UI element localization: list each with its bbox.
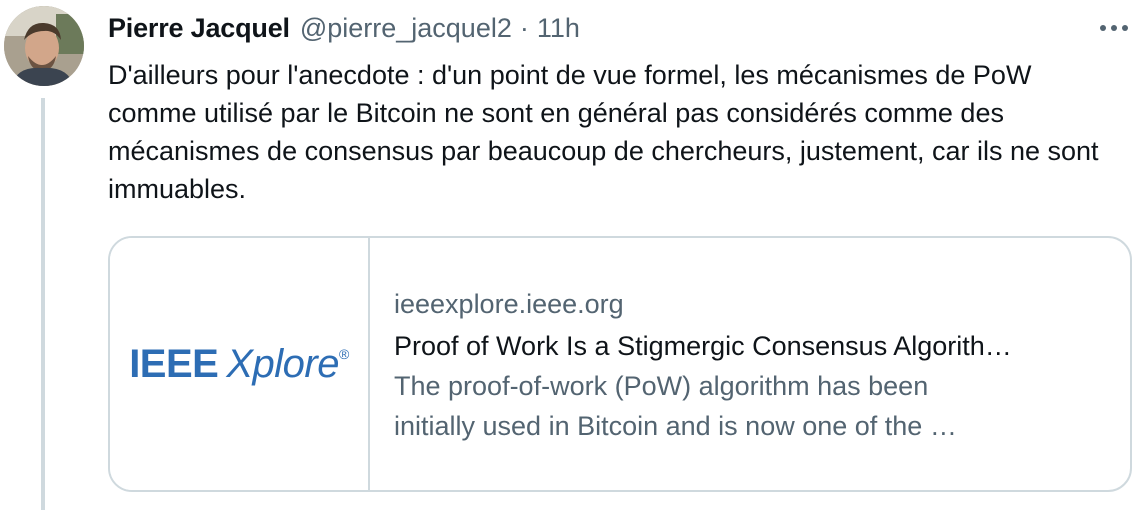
- logo-ieee-text: IEEE: [129, 341, 219, 386]
- logo-xplore-text: Xplore: [226, 341, 339, 386]
- card-domain: ieeexplore.ieee.org: [394, 289, 624, 319]
- tweet-timestamp[interactable]: 11h: [537, 10, 580, 46]
- more-options-button[interactable]: [1096, 12, 1132, 44]
- thread-connector-line: [41, 98, 45, 510]
- avatar[interactable]: [4, 6, 84, 86]
- header-separator: ·: [519, 13, 529, 43]
- ieee-xplore-logo: IEEE Xplore®: [129, 342, 349, 387]
- link-preview-card[interactable]: IEEE Xplore® ieeexplore.ieee.org Proof of…: [108, 236, 1132, 492]
- card-thumbnail: IEEE Xplore®: [110, 238, 370, 490]
- tweet-text: D'ailleurs pour l'anecdote : d'un point …: [108, 60, 1099, 204]
- card-description-line-1: The proof-of-work (PoW) algorithm has be…: [394, 371, 929, 401]
- card-description-line-2: initially used in Bitcoin and is now one…: [394, 411, 957, 441]
- card-info: ieeexplore.ieee.org Proof of Work Is a S…: [370, 238, 1130, 490]
- more-horizontal-icon: [1100, 25, 1128, 31]
- author-handle[interactable]: @pierre_jacquel2: [300, 10, 512, 46]
- card-title: Proof of Work Is a Stigmergic Consensus …: [394, 331, 1012, 361]
- tweet-header: Pierre Jacquel @pierre_jacquel2 · 11h: [108, 10, 580, 46]
- author-name[interactable]: Pierre Jacquel: [108, 10, 290, 46]
- avatar-photo: [4, 6, 84, 86]
- logo-registered-mark: ®: [338, 345, 349, 362]
- tweet[interactable]: Pierre Jacquel @pierre_jacquel2 · 11h D'…: [0, 0, 1144, 510]
